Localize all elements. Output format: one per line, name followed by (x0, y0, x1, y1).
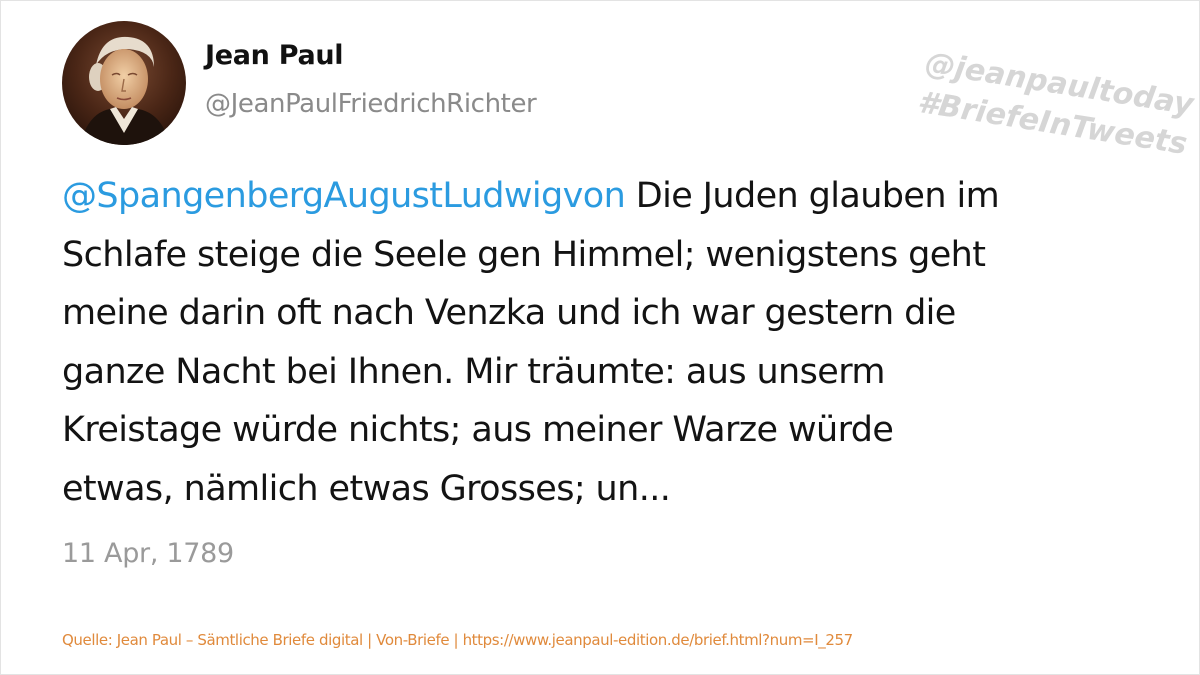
tweet-text: @SpangenbergAugustLudwigvon Die Juden gl… (62, 167, 1152, 518)
tweet-line: Schlafe steige die Seele gen Himmel; wen… (62, 234, 986, 275)
tweet-line: etwas, nämlich etwas Grosses; un... (62, 468, 671, 509)
tweet-line: ganze Nacht bei Ihnen. Mir träumte: aus … (62, 351, 885, 392)
mention-link[interactable]: @SpangenbergAugustLudwigvon (62, 176, 626, 216)
tweet-line: Die Juden glauben im (635, 176, 1000, 216)
tweet-date[interactable]: 11 Apr, 1789 (62, 538, 234, 569)
author-handle[interactable]: @JeanPaulFriedrichRichter (205, 89, 537, 119)
author-display-name[interactable]: Jean Paul (205, 40, 344, 71)
portrait-image (62, 21, 186, 145)
source-citation: Quelle: Jean Paul – Sämtliche Briefe dig… (62, 631, 853, 649)
tweet-line: Kreistage würde nichts; aus meiner Warze… (62, 410, 894, 450)
tweet-line: meine darin oft nach Venzka und ich war … (62, 293, 956, 333)
avatar[interactable] (62, 21, 186, 145)
